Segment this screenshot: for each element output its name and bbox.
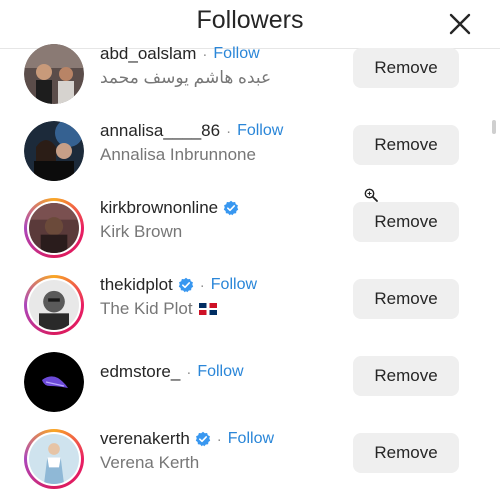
remove-button[interactable]: Remove — [353, 48, 459, 88]
username[interactable]: edmstore_ — [100, 362, 180, 382]
display-name: عبده هاشم يوسف محمد — [100, 68, 272, 87]
separator-dot: · — [216, 430, 222, 448]
verified-badge-icon — [178, 277, 193, 293]
username[interactable]: abd_oalslam — [100, 44, 196, 64]
list-item: thekidplot · Follow The Kid Plot Remove — [0, 267, 480, 339]
avatar[interactable] — [24, 121, 84, 181]
follow-link[interactable]: Follow — [237, 122, 283, 140]
display-name: Kirk Brown — [100, 222, 183, 241]
list-item: abd_oalslam · Follow عبده هاشم يوسف محمد… — [0, 36, 480, 108]
zoom-in-icon — [364, 188, 378, 202]
separator-dot: · — [186, 363, 192, 381]
close-icon — [449, 13, 471, 35]
remove-button[interactable]: Remove — [353, 279, 459, 319]
avatar[interactable] — [24, 198, 84, 258]
verified-badge-icon — [223, 200, 239, 216]
username[interactable]: thekidplot — [100, 275, 173, 295]
display-name: Annalisa Inbrunnone — [100, 145, 256, 164]
avatar[interactable] — [24, 352, 84, 412]
list-item: annalisa____86 · Follow Annalisa Inbrunn… — [0, 113, 480, 185]
display-name: The Kid Plot — [100, 299, 193, 318]
separator-dot: · — [199, 276, 205, 294]
list-item: edmstore_ · Follow Remove — [0, 344, 480, 416]
list-item: kirkbrownonline Kirk Brown Remove — [0, 190, 480, 262]
follow-link[interactable]: Follow — [213, 45, 259, 63]
avatar-image — [24, 352, 84, 412]
page-title: Followers — [196, 6, 304, 34]
remove-button[interactable]: Remove — [353, 433, 459, 473]
scrollbar-thumb[interactable] — [492, 120, 496, 134]
display-name: Verena Kerth — [100, 453, 200, 472]
avatar-image — [29, 280, 79, 330]
separator-dot: · — [202, 45, 208, 63]
close-button[interactable] — [448, 12, 472, 36]
dominican-republic-flag-icon — [198, 303, 217, 315]
remove-button[interactable]: Remove — [353, 202, 459, 242]
avatar-image — [29, 203, 79, 253]
follow-link[interactable]: Follow — [228, 430, 274, 448]
avatar-image — [24, 44, 84, 104]
separator-dot: · — [226, 122, 232, 140]
username[interactable]: verenakerth — [100, 429, 190, 449]
follow-link[interactable]: Follow — [211, 276, 257, 294]
list-item: verenakerth · Follow Verena Kerth Remove — [0, 421, 480, 493]
avatar[interactable] — [24, 275, 84, 335]
verified-badge-icon — [195, 431, 210, 447]
avatar[interactable] — [24, 429, 84, 489]
avatar[interactable] — [24, 44, 84, 104]
remove-button[interactable]: Remove — [353, 356, 459, 396]
avatar-image — [24, 121, 84, 181]
follow-link[interactable]: Follow — [197, 363, 243, 381]
avatar-image — [29, 434, 79, 484]
remove-button[interactable]: Remove — [353, 125, 459, 165]
username[interactable]: annalisa____86 — [100, 121, 220, 141]
username[interactable]: kirkbrownonline — [100, 198, 218, 218]
